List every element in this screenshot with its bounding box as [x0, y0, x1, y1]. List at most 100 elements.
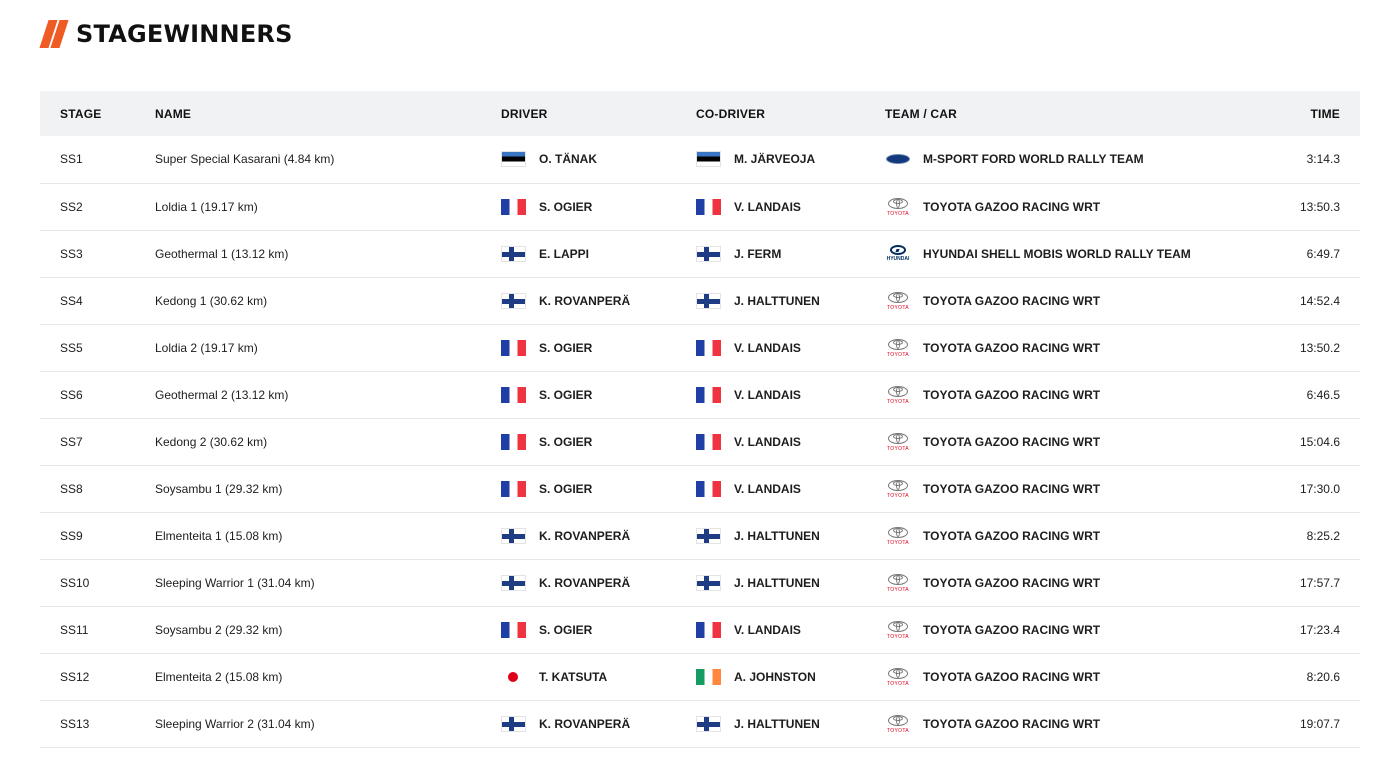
toyota-logo-word: TOYOTA	[887, 680, 909, 687]
time-cell: 3:14.3	[1205, 136, 1360, 184]
toyota-logo-icon: TOYOTA	[885, 618, 911, 642]
stage-cell: SS2	[40, 183, 155, 231]
page-header: STAGEWINNERS	[39, 18, 293, 50]
flag-fr-icon	[696, 198, 721, 215]
driver-cell: O. TÄNAK	[501, 136, 696, 184]
stage-name-cell: Kedong 2 (30.62 km)	[155, 418, 501, 466]
codriver-name: J. HALTTUNEN	[734, 575, 820, 590]
time-cell: 15:04.6	[1205, 418, 1360, 466]
toyota-logo-word: TOYOTA	[887, 492, 909, 499]
toyota-logo-icon: TOYOTA	[885, 524, 911, 548]
toyota-logo-icon: TOYOTA	[885, 665, 911, 689]
toyota-logo-word: TOYOTA	[887, 539, 909, 546]
codriver-name: A. JOHNSTON	[734, 669, 816, 684]
stage-name-cell: Geothermal 2 (13.12 km)	[155, 371, 501, 419]
stage-name-cell: Elmenteita 2 (15.08 km)	[155, 653, 501, 701]
driver-name: S. OGIER	[539, 434, 593, 449]
driver-cell: S. OGIER	[501, 606, 696, 654]
driver-name: O. TÄNAK	[539, 152, 597, 167]
driver-name: E. LAPPI	[539, 246, 590, 261]
time-cell: 13:50.2	[1205, 324, 1360, 372]
toyota-logo-word: TOYOTA	[887, 351, 909, 358]
toyota-logo-icon: TOYOTA	[885, 712, 911, 736]
codriver-cell: J. HALTTUNEN	[696, 277, 885, 325]
table-row: SS1 Super Special Kasarani (4.84 km) O. TÄ…	[40, 136, 1360, 184]
stage-cell: SS8	[40, 465, 155, 513]
flag-fi-icon	[501, 527, 526, 544]
codriver-cell: A. JOHNSTON	[696, 653, 885, 701]
flag-fr-icon	[696, 339, 721, 356]
flag-fi-icon	[501, 292, 526, 309]
codriver-cell: V. LANDAIS	[696, 465, 885, 513]
team-name: TOYOTA GAZOO RACING WRT	[923, 434, 1101, 449]
driver-name: T. KATSUTA	[539, 669, 608, 684]
stage-cell: SS7	[40, 418, 155, 466]
toyota-logo-icon: TOYOTA	[885, 336, 911, 360]
column-header-driver: DRIVER	[501, 91, 696, 136]
driver-name: S. OGIER	[539, 622, 593, 637]
codriver-cell: V. LANDAIS	[696, 371, 885, 419]
hyundai-logo-word: HYUNDAI	[886, 256, 910, 262]
column-header-team: TEAM / CAR	[885, 91, 1205, 136]
team-name: TOYOTA GAZOO RACING WRT	[923, 293, 1101, 308]
flag-ee-icon	[501, 151, 526, 168]
stage-cell: SS13	[40, 700, 155, 748]
codriver-name: J. HALTTUNEN	[734, 716, 820, 731]
flag-fi-icon	[696, 245, 721, 262]
driver-cell: E. LAPPI	[501, 230, 696, 278]
table-row: SS7 Kedong 2 (30.62 km) S. OGIER V. LANDAIS…	[40, 418, 1360, 466]
column-header-codriver: CO-DRIVER	[696, 91, 885, 136]
table-row: SS5 Loldia 2 (19.17 km) S. OGIER V. LANDAIS…	[40, 324, 1360, 372]
toyota-logo-word: TOYOTA	[887, 633, 909, 640]
team-cell: TOYOTA TOYOTA GAZOO RACING WRT	[885, 277, 1205, 325]
driver-name: S. OGIER	[539, 387, 593, 402]
team-name: TOYOTA GAZOO RACING WRT	[923, 387, 1101, 402]
toyota-logo-icon: TOYOTA	[885, 383, 911, 407]
team-name: TOYOTA GAZOO RACING WRT	[923, 575, 1101, 590]
flag-fr-icon	[501, 386, 526, 403]
codriver-name: V. LANDAIS	[734, 481, 801, 496]
slash-logo-icon	[39, 19, 69, 49]
table-row: SS13 Sleeping Warrior 2 (31.04 km) K. ROVA…	[40, 700, 1360, 748]
time-cell: 6:49.7	[1205, 230, 1360, 278]
team-cell: TOYOTA TOYOTA GAZOO RACING WRT	[885, 559, 1205, 607]
table-row: SS12 Elmenteita 2 (15.08 km) T. KATSUTA A. …	[40, 653, 1360, 701]
codriver-cell: V. LANDAIS	[696, 606, 885, 654]
stage-cell: SS10	[40, 559, 155, 607]
stage-cell: SS3	[40, 230, 155, 278]
driver-cell: S. OGIER	[501, 465, 696, 513]
flag-fr-icon	[696, 386, 721, 403]
team-name: TOYOTA GAZOO RACING WRT	[923, 669, 1101, 684]
stage-name-cell: Super Special Kasarani (4.84 km)	[155, 136, 501, 184]
team-cell: TOYOTA TOYOTA GAZOO RACING WRT	[885, 418, 1205, 466]
toyota-logo-word: TOYOTA	[887, 210, 909, 217]
flag-ie-icon	[696, 668, 721, 685]
team-cell: TOYOTA TOYOTA GAZOO RACING WRT	[885, 653, 1205, 701]
stage-name-cell: Soysambu 1 (29.32 km)	[155, 465, 501, 513]
team-name: TOYOTA GAZOO RACING WRT	[923, 199, 1101, 214]
codriver-cell: M. JÄRVEOJA	[696, 136, 885, 184]
flag-fi-icon	[696, 527, 721, 544]
team-cell: TOYOTA TOYOTA GAZOO RACING WRT	[885, 606, 1205, 654]
driver-cell: S. OGIER	[501, 418, 696, 466]
ford-logo-icon	[885, 147, 911, 171]
team-cell: TOYOTA TOYOTA GAZOO RACING WRT	[885, 183, 1205, 231]
toyota-logo-icon: TOYOTA	[885, 571, 911, 595]
team-name: TOYOTA GAZOO RACING WRT	[923, 481, 1101, 496]
team-name: TOYOTA GAZOO RACING WRT	[923, 340, 1101, 355]
team-cell: TOYOTA TOYOTA GAZOO RACING WRT	[885, 700, 1205, 748]
time-cell: 17:57.7	[1205, 559, 1360, 607]
toyota-logo-word: TOYOTA	[887, 445, 909, 452]
driver-cell: T. KATSUTA	[501, 653, 696, 701]
flag-fr-icon	[696, 621, 721, 638]
team-cell: TOYOTA TOYOTA GAZOO RACING WRT	[885, 324, 1205, 372]
flag-fr-icon	[501, 480, 526, 497]
driver-cell: S. OGIER	[501, 371, 696, 419]
flag-fr-icon	[696, 480, 721, 497]
stage-name-cell: Geothermal 1 (13.12 km)	[155, 230, 501, 278]
driver-cell: S. OGIER	[501, 183, 696, 231]
table-row: SS8 Soysambu 1 (29.32 km) S. OGIER V. LANDA…	[40, 465, 1360, 513]
toyota-logo-icon: TOYOTA	[885, 477, 911, 501]
codriver-name: V. LANDAIS	[734, 434, 801, 449]
flag-fi-icon	[696, 574, 721, 591]
